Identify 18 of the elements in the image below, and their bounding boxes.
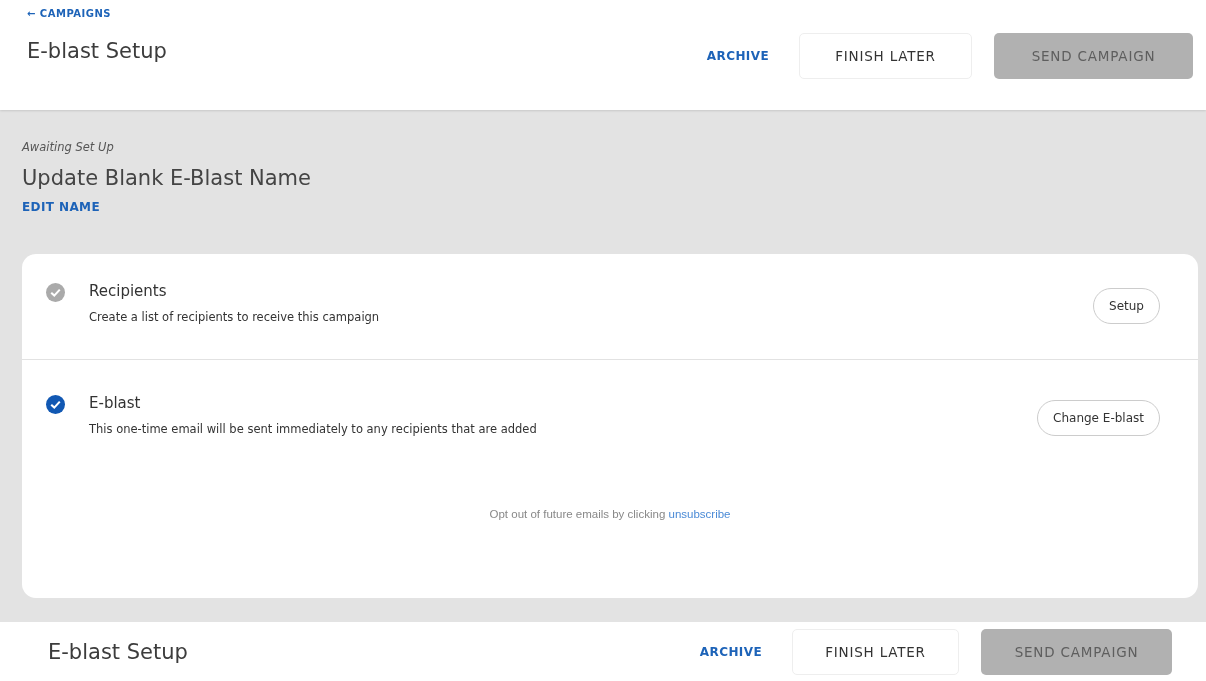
unsubscribe-note: Opt out of future emails by clicking unsubscribe — [489, 508, 731, 520]
page-title: E-blast Setup — [48, 639, 188, 664]
finish-later-button[interactable]: FINISH LATER — [799, 33, 972, 79]
step-title: E-blast — [89, 394, 141, 412]
step-action-button[interactable]: Change E-blast — [1037, 400, 1160, 436]
step-action-button[interactable]: Setup — [1093, 288, 1160, 324]
page-title: E-blast Setup — [27, 39, 167, 63]
back-link[interactable]: ← CAMPAIGNS — [27, 8, 112, 19]
archive-link[interactable]: ARCHIVE — [699, 644, 762, 659]
archive-link[interactable]: ARCHIVE — [706, 49, 769, 63]
campaign-name: Update Blank E-Blast Name — [22, 166, 311, 190]
step-title: Recipients — [89, 282, 167, 300]
unsubscribe-link[interactable]: unsubscribe — [668, 508, 731, 520]
step-description: Create a list of recipients to receive this campaign — [89, 310, 380, 324]
edit-name-link[interactable]: EDIT NAME — [22, 200, 101, 214]
step-description: This one-time email will be sent immediately to any recipients that are added — [89, 422, 537, 436]
status-label: Awaiting Set Up — [22, 140, 114, 154]
finish-later-button[interactable]: FINISH LATER — [792, 628, 959, 675]
